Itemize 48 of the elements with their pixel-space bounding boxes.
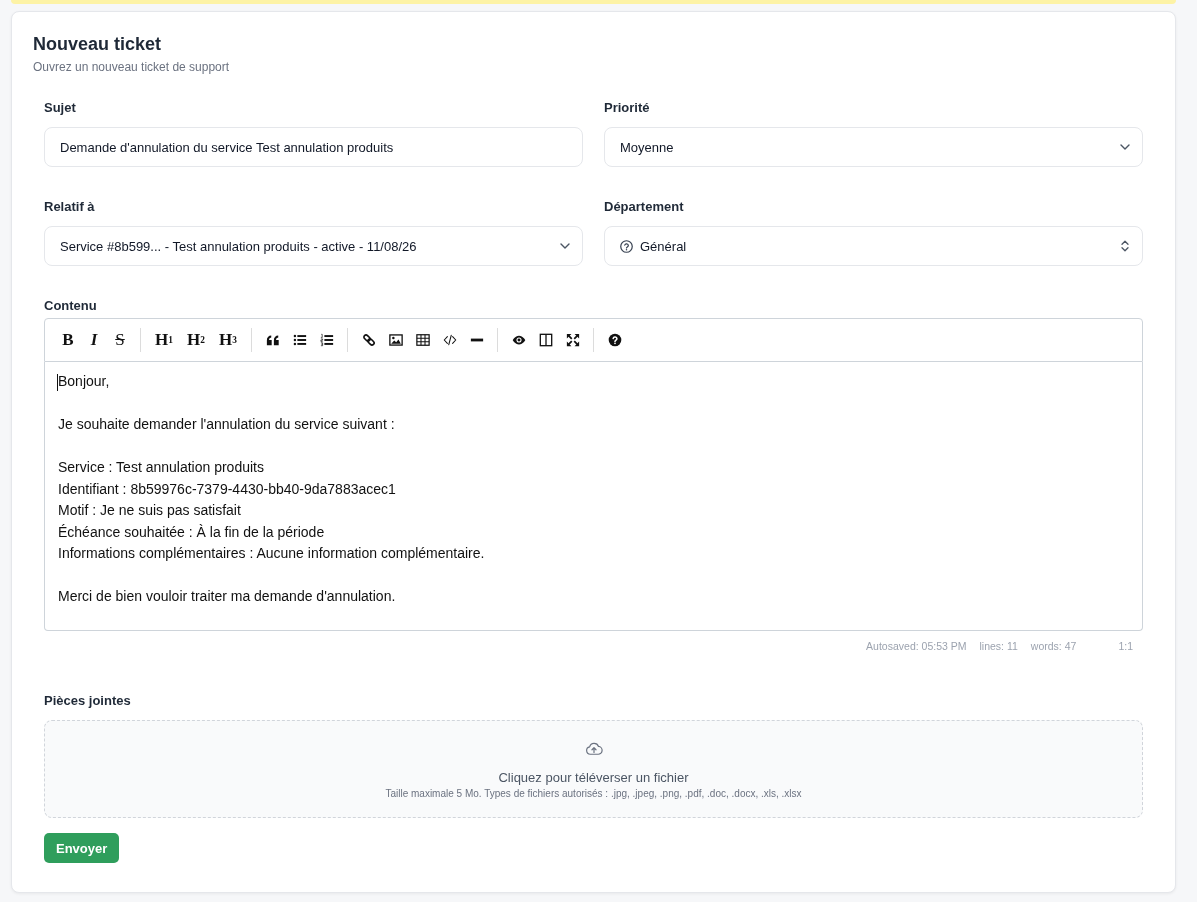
code-icon <box>442 333 457 347</box>
field-label: Contenu <box>44 297 98 315</box>
field-label: Pièces jointes <box>44 692 132 710</box>
dropdown-select[interactable]: Moyenne <box>604 127 1143 167</box>
editor-text-line: Service : Test annulation produits <box>58 458 265 477</box>
dropzone-hint: Taille maximale 5 Mo. Types de fichiers autorisés : .jpg, .jpeg, .png, .pdf, .doc, .docx, .xls, .xlsx <box>385 787 802 801</box>
dropdown-select[interactable]: Service #8b599... - Test annulation produits - active - 11/08/26 <box>44 226 583 266</box>
status-text: 1:1 <box>1118 639 1133 653</box>
field-label: Sujet <box>44 99 77 117</box>
quote-icon <box>265 333 280 347</box>
status-text: words: 47 <box>1030 639 1077 653</box>
field-label: Priorité <box>604 99 651 117</box>
cloud-upload-icon <box>584 740 603 758</box>
chevron-down-icon <box>1120 144 1130 150</box>
status-text: lines: 11 <box>979 639 1018 653</box>
dropzone-prompt: Cliquez pour téléverser un fichier <box>498 770 689 786</box>
field-label: Relatif à <box>44 198 96 216</box>
text-input[interactable]: Demande d'annulation du service Test annulation produits <box>44 127 583 167</box>
up-down-chevron-icon <box>1121 240 1129 252</box>
fullscreen-icon <box>565 333 580 347</box>
table-icon <box>415 333 430 347</box>
content-editor[interactable] <box>44 362 1143 631</box>
help-icon <box>607 333 622 347</box>
file-dropzone[interactable]: Cliquez pour téléverser un fichier Taille maximale 5 Mo. Types de fichiers autorisés : .jpg, .jpeg, .png, .pdf, .doc, .docx, .xls, .xlsx <box>44 720 1143 818</box>
editor-text-line: Merci de bien vouloir traiter ma demande d'annulation. <box>58 587 397 606</box>
page-title: Nouveau ticket <box>33 33 163 55</box>
columns-icon <box>538 333 553 347</box>
text-cursor <box>57 374 58 391</box>
status-text: Autosaved: 05:53 PM <box>866 639 967 653</box>
italic-button[interactable]: I <box>81 326 107 354</box>
chevron-down-icon <box>560 243 570 249</box>
image-icon <box>388 333 403 347</box>
link-icon <box>361 333 376 347</box>
editor-text-line: Identifiant : 8b59976c-7379-4430-bb40-9da7883acec1 <box>58 479 397 499</box>
bullet-list-icon <box>292 333 307 347</box>
question-circle-icon <box>620 239 633 253</box>
eye-icon <box>511 333 526 347</box>
listbox-select[interactable]: Général <box>604 226 1143 266</box>
page-subtitle: Ouvrez un nouveau ticket de support <box>33 59 231 75</box>
field-label: Département <box>604 198 685 216</box>
editor-text-line: Motif : Je ne suis pas satisfait <box>58 501 242 520</box>
strikethrough-button[interactable]: S <box>107 326 133 354</box>
editor-text-line: Échéance souhaitée : À la fin de la période <box>58 522 326 542</box>
editor-text-line: Bonjour, <box>58 372 111 391</box>
editor-text-line: Je souhaite demander l'annulation du service suivant : <box>58 415 396 434</box>
numbered-list-icon <box>319 333 334 347</box>
editor-text-line: Informations complémentaires : Aucune information complémentaire. <box>58 544 486 563</box>
bold-button[interactable]: B <box>55 326 81 354</box>
